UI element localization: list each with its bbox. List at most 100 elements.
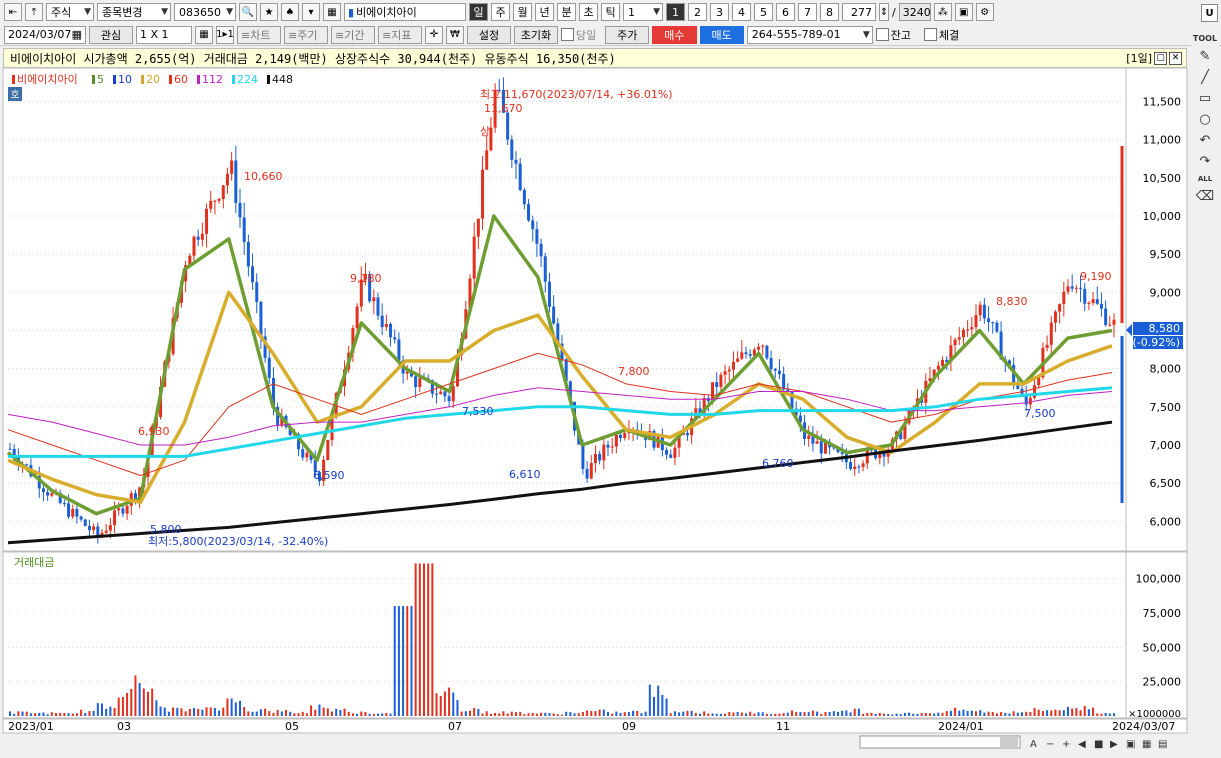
code-input[interactable]: 083650 ▼ xyxy=(174,3,236,21)
rectangle-icon[interactable]: ▭ xyxy=(1199,91,1211,106)
u-button[interactable]: U xyxy=(1201,4,1218,22)
volume-bar xyxy=(272,712,275,716)
star-icon[interactable]: ★ xyxy=(260,3,278,21)
volume-bar xyxy=(899,714,902,716)
pencil-icon[interactable]: ✎ xyxy=(1200,49,1211,64)
period-year[interactable]: 년 xyxy=(535,3,554,21)
maximize-icon[interactable]: ▢ xyxy=(1154,51,1167,65)
period-minute[interactable]: 분 xyxy=(557,3,576,21)
settings-grid-icon[interactable]: ⁂ xyxy=(933,3,952,21)
volume-bar xyxy=(757,712,760,716)
volume-bar xyxy=(857,708,860,716)
period-month[interactable]: 월 xyxy=(513,3,532,21)
volume-bar xyxy=(866,712,869,716)
stock-name-field[interactable]: ▮ 비에이치아이 xyxy=(344,3,466,21)
period-second[interactable]: 초 xyxy=(579,3,598,21)
volume-bar xyxy=(1012,711,1015,716)
num-4[interactable]: 4 xyxy=(732,3,751,21)
bell-icon[interactable]: ♠ xyxy=(281,3,299,21)
today-checkbox[interactable] xyxy=(561,28,574,41)
stock-chart[interactable]: 11,50011,00010,50010,0009,5009,0008,5008… xyxy=(0,68,1190,758)
redo-icon[interactable]: ↷ xyxy=(1200,154,1211,169)
volume-bar xyxy=(347,711,350,716)
fill-check[interactable]: 체결 xyxy=(924,27,959,43)
undo-icon[interactable]: ↶ xyxy=(1200,133,1211,148)
volume-bar xyxy=(648,684,651,716)
volume-bar xyxy=(381,713,384,716)
arrow-down-icon: ▮ xyxy=(348,5,355,19)
date-field[interactable]: 2024/03/07 ▦ xyxy=(4,25,86,44)
tab-cycle[interactable]: ≡주기 xyxy=(284,25,328,44)
candle-body xyxy=(41,488,45,492)
fill-checkbox[interactable] xyxy=(924,28,937,41)
grid-toggle-button[interactable]: 1▸1 xyxy=(216,25,234,44)
price-tick-label: 6,500 xyxy=(1150,477,1182,490)
volume-bar xyxy=(803,712,806,716)
period-value-select[interactable]: 1 ▼ xyxy=(623,3,663,21)
gear-icon[interactable]: ⚙ xyxy=(975,3,994,21)
volume-bar xyxy=(895,713,898,716)
save-icon[interactable]: ▣ xyxy=(954,3,973,21)
num-1[interactable]: 1 xyxy=(666,3,685,21)
period-day[interactable]: 일 xyxy=(469,3,488,21)
num-3[interactable]: 3 xyxy=(710,3,729,21)
won-icon[interactable]: ₩ xyxy=(446,25,464,44)
num-5[interactable]: 5 xyxy=(754,3,773,21)
search-icon[interactable]: 🔍 xyxy=(239,3,257,21)
volume-bar xyxy=(719,713,722,716)
volume-bar xyxy=(80,709,83,716)
num-8[interactable]: 8 xyxy=(820,3,839,21)
candle-body xyxy=(727,369,731,372)
table-icon[interactable]: ▦ xyxy=(195,25,213,44)
today-check[interactable]: 당일 xyxy=(561,27,596,43)
candle-body xyxy=(1053,311,1057,323)
candle-body xyxy=(481,169,485,219)
calendar-icon[interactable]: ▦ xyxy=(72,28,82,41)
balance-checkbox[interactable] xyxy=(875,28,889,41)
eraser-icon[interactable]: ⌫ xyxy=(1196,189,1214,204)
top-icon[interactable]: ⤒ xyxy=(25,3,43,21)
volume-bar xyxy=(251,711,254,716)
reset-button[interactable]: 초기화 xyxy=(514,25,558,44)
tab-period[interactable]: ≡기간 xyxy=(331,25,375,44)
change-select[interactable]: 종목변경 ▼ xyxy=(97,3,171,21)
volume-bar xyxy=(707,713,710,716)
line-icon[interactable]: ╱ xyxy=(1201,70,1209,85)
pin-icon[interactable]: ⇤ xyxy=(4,3,22,21)
volume-bar xyxy=(552,713,555,716)
setting-button[interactable]: 설정 xyxy=(467,25,511,44)
price-tick-label: 10,000 xyxy=(1143,210,1182,223)
dropdown-icon[interactable]: ▾ xyxy=(302,3,320,21)
volume-bar xyxy=(318,704,321,716)
crosshair-icon[interactable]: ✛ xyxy=(425,25,443,44)
count-spinner-icon[interactable]: ⇕ xyxy=(879,3,889,21)
volume-bar xyxy=(314,709,317,716)
market-select[interactable]: 주식 ▼ xyxy=(46,3,94,21)
circle-icon[interactable]: ○ xyxy=(1199,112,1210,127)
candle-body xyxy=(619,434,623,438)
period-week[interactable]: 주 xyxy=(491,3,510,21)
volume-bar xyxy=(941,712,944,716)
volume-bar xyxy=(268,711,271,716)
sell-button[interactable]: 매도 xyxy=(699,25,744,44)
tab-indicator[interactable]: ≡지표 xyxy=(378,25,422,44)
tab-chart[interactable]: ≡차트 xyxy=(237,25,281,44)
num-7[interactable]: 7 xyxy=(798,3,817,21)
count-input[interactable]: 277 xyxy=(842,3,876,21)
volume-bar xyxy=(21,711,24,716)
volume-bar xyxy=(276,709,279,716)
grid-icon[interactable]: ▦ xyxy=(323,3,341,21)
fav-button[interactable]: 관심 xyxy=(89,25,133,44)
grid-layout-field[interactable]: 1 X 1 xyxy=(136,25,192,44)
account-select[interactable]: 264-555-789-01 ▼ xyxy=(746,25,873,44)
close-icon[interactable]: ✕ xyxy=(1169,51,1182,65)
num-2[interactable]: 2 xyxy=(688,3,707,21)
volume-bar xyxy=(602,709,605,716)
price-button[interactable]: 주가 xyxy=(605,25,650,44)
balance-check[interactable]: 잔고 xyxy=(875,27,911,43)
num-6[interactable]: 6 xyxy=(776,3,795,21)
buy-button[interactable]: 매수 xyxy=(652,25,697,44)
period-tick[interactable]: 틱 xyxy=(601,3,620,21)
volume-bar xyxy=(25,711,28,716)
volume-bar xyxy=(1037,709,1040,716)
